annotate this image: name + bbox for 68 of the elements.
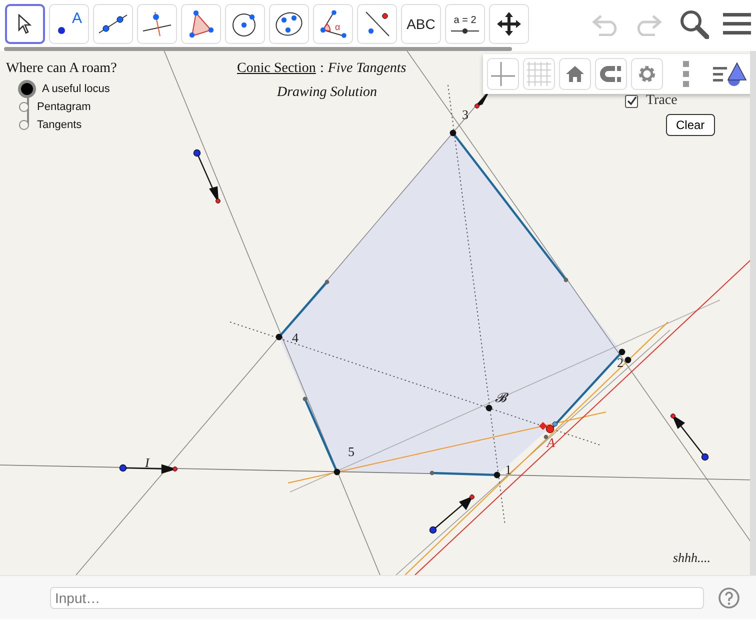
point	[474, 104, 480, 108]
axes-icon[interactable]	[487, 58, 519, 90]
vector-arrow	[432, 496, 474, 530]
magnet-icon[interactable]	[595, 58, 627, 90]
heading-subtitle: Five Tangents	[328, 61, 406, 77]
point	[193, 149, 201, 157]
line-icon	[98, 14, 128, 34]
more-icon[interactable]	[683, 61, 689, 87]
algebra-toggle-icon[interactable]	[713, 61, 747, 87]
slider-icon	[451, 28, 479, 34]
point	[470, 494, 474, 500]
point-label: A	[547, 435, 555, 450]
slider-label: a = 2	[454, 14, 476, 26]
point-label: 4	[292, 330, 298, 345]
radio-option[interactable]: Tangents	[18, 116, 110, 133]
point	[172, 466, 178, 472]
vector-arrow	[672, 414, 706, 458]
subheading-text: Drawing Solution	[277, 85, 377, 101]
point	[119, 464, 127, 472]
point	[429, 526, 437, 534]
heading-text: Conic Section	[237, 61, 316, 77]
perpendicular-line-icon	[142, 11, 172, 37]
point	[276, 334, 282, 340]
checkbox[interactable]	[625, 94, 638, 108]
clear-button[interactable]: Clear	[666, 114, 715, 136]
tool-button[interactable]: ABC	[401, 4, 441, 44]
radio-option[interactable]: A useful locus	[18, 80, 110, 97]
point	[701, 453, 709, 461]
menu-icon[interactable]	[723, 12, 751, 36]
point	[302, 396, 308, 402]
ellipse-icon	[274, 10, 304, 38]
point	[324, 280, 330, 284]
point-label: 1	[505, 462, 512, 477]
diamond-point	[539, 422, 547, 430]
input-field[interactable]: Input…	[50, 586, 704, 608]
point	[494, 472, 500, 478]
point	[450, 130, 456, 136]
radio-option[interactable]: Pentagram	[18, 98, 110, 115]
point	[430, 470, 434, 476]
point	[334, 468, 340, 476]
point	[216, 198, 220, 204]
radio-button[interactable]	[19, 120, 29, 130]
point-label: 5	[348, 444, 354, 459]
note-text: shhh....	[673, 550, 711, 566]
radio-button[interactable]	[19, 102, 29, 112]
tool-button[interactable]: A	[49, 4, 89, 44]
radio-button[interactable]	[18, 80, 36, 98]
tool-button[interactable]: a = 2	[445, 4, 485, 44]
question-text: Where can A roam?	[6, 61, 117, 77]
tool-button[interactable]: α	[313, 4, 353, 44]
point-label: 3	[462, 107, 468, 122]
move-arrows-icon	[496, 11, 522, 37]
trace-checkbox-row[interactable]: Trace	[625, 93, 678, 109]
help-icon[interactable]	[718, 586, 740, 608]
point-label: I	[145, 455, 150, 470]
point	[670, 414, 676, 418]
home-icon[interactable]	[559, 58, 591, 90]
point	[486, 404, 492, 412]
tool-button[interactable]	[5, 4, 45, 44]
reflect-icon	[363, 10, 391, 38]
search-icon[interactable]	[679, 9, 709, 39]
heading-separator: :	[320, 61, 324, 77]
gear-icon[interactable]	[631, 58, 663, 90]
point	[564, 278, 568, 282]
triangle-icon	[188, 10, 214, 38]
point-label: 𝓑	[495, 390, 506, 405]
pointer-icon	[17, 14, 33, 34]
point-label: 2	[617, 355, 624, 370]
